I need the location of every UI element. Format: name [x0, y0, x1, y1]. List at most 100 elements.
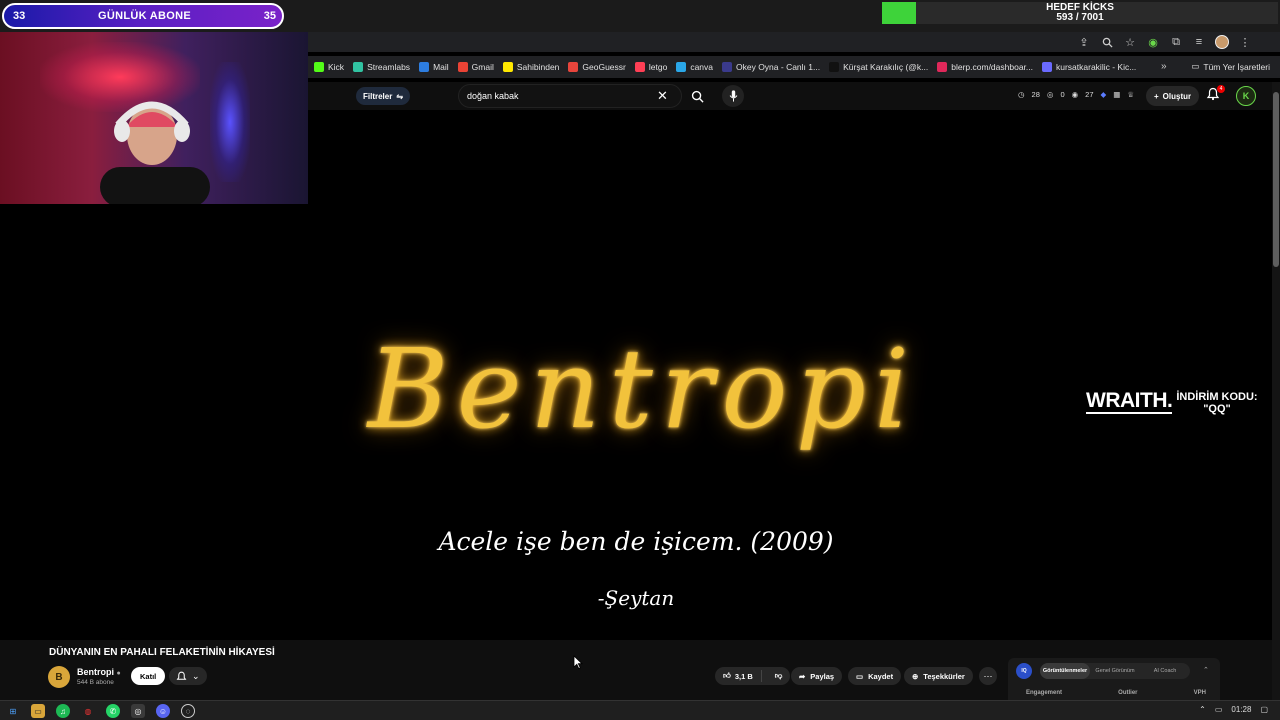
- bookmark-favicon-icon: [829, 62, 840, 72]
- bookmark-favicon-icon: [419, 62, 430, 72]
- bookmark-item[interactable]: kursatkarakilic - Kic...: [1042, 62, 1136, 72]
- bookmark-item[interactable]: blerp.com/dashboar...: [937, 62, 1033, 72]
- ext-logo-icon[interactable]: ◆: [1101, 90, 1107, 99]
- video-quote-author: -Şeytan: [597, 586, 675, 610]
- join-button[interactable]: Katıl: [131, 667, 166, 685]
- bookmark-favicon-icon: [502, 62, 513, 72]
- video-title-art: Bentropi: [367, 325, 918, 453]
- sponsor-logo: WRAITH.: [1086, 389, 1173, 414]
- save-button[interactable]: ▭ Kaydet: [848, 667, 902, 685]
- thanks-button[interactable]: ⊕ Teşekkürler: [904, 667, 973, 685]
- subscription-bell-button[interactable]: ⌄: [169, 667, 207, 685]
- page-scrollbar[interactable]: [1272, 82, 1280, 700]
- ext-tab-views[interactable]: Görüntülenmeler: [1040, 663, 1090, 679]
- search-input[interactable]: [467, 91, 657, 101]
- bookmark-item[interactable]: letgo: [634, 62, 667, 72]
- bookmark-item[interactable]: Kick: [314, 62, 344, 72]
- windows-start-icon[interactable]: ⊞: [6, 704, 20, 718]
- zoom-icon[interactable]: [1100, 35, 1114, 49]
- bookmark-label: Mail: [433, 62, 449, 72]
- bookmark-item[interactable]: Mail: [419, 62, 449, 72]
- channel-name[interactable]: Bentropi ●: [77, 667, 121, 677]
- sponsor-code: "QQ": [1203, 403, 1231, 415]
- tray-chevron-icon[interactable]: ⌃: [1199, 705, 1206, 714]
- bookmark-item[interactable]: Gmail: [457, 62, 494, 72]
- bookmark-label: Streamlabs: [367, 62, 411, 72]
- share-button[interactable]: ➦ Paylaş: [791, 667, 843, 685]
- kicks-goal: HEDEF KİCKS 593 / 7001: [882, 2, 1278, 24]
- streamer-figure: [100, 101, 210, 204]
- save-label: Kaydet: [868, 671, 894, 681]
- extension-badge-icon[interactable]: ◉: [1146, 35, 1160, 49]
- whatsapp-icon[interactable]: ✆: [106, 704, 120, 718]
- bookmark-item[interactable]: Okey Oyna - Canlı 1...: [722, 62, 820, 72]
- discord-icon[interactable]: ☺: [156, 704, 170, 718]
- bookmarks-overflow-icon[interactable]: »: [1161, 61, 1167, 72]
- network-icon[interactable]: ▭: [1215, 705, 1223, 714]
- ext-tab-ai-coach[interactable]: AI Coach: [1140, 668, 1190, 674]
- like-dislike-group: 👍︎ 3,1 B 👎︎: [715, 667, 791, 685]
- bookmark-favicon-icon: [314, 62, 324, 72]
- stat-b: 0: [1060, 90, 1065, 99]
- clock-icon: ◷: [1018, 90, 1025, 99]
- bookmark-item[interactable]: canva: [676, 62, 713, 72]
- bookmark-label: Okey Oyna - Canlı 1...: [736, 62, 821, 72]
- folder-icon: ▭: [1191, 61, 1200, 71]
- more-actions-button[interactable]: ⋯: [979, 667, 997, 685]
- notifications-button[interactable]: 4: [1206, 85, 1225, 105]
- profile-avatar[interactable]: [1215, 35, 1229, 49]
- bookmark-favicon-icon: [937, 62, 948, 72]
- menu-icon[interactable]: ⋮: [1238, 35, 1252, 49]
- microphone-icon: [729, 90, 737, 102]
- video-player[interactable]: Bentropi Acele işe ben de işicem. (2009)…: [0, 204, 1272, 640]
- grid-icon[interactable]: ▦: [1113, 90, 1120, 99]
- clock-time[interactable]: 01:28: [1231, 705, 1251, 714]
- bookmark-item[interactable]: Kürşat Karakılıç (@k...: [829, 62, 928, 72]
- bookmark-item[interactable]: Sahibinden: [502, 62, 559, 72]
- spotify-icon[interactable]: ♫: [56, 704, 70, 718]
- youtube-header: Filtreler ⇋ ✕ ◷ 28 ◎ 0 ◉ 27 ◆ ▦ ♕ + Oluş…: [308, 82, 1272, 110]
- all-bookmarks-button[interactable]: ▭ Tüm Yer İşaretleri: [1191, 61, 1270, 72]
- channel-avatar[interactable]: B: [48, 666, 70, 688]
- scrollbar-thumb[interactable]: [1273, 92, 1279, 267]
- media-icon[interactable]: ≡: [1192, 35, 1206, 49]
- thanks-label: Teşekkürler: [923, 671, 965, 681]
- eye-icon: ◎: [1046, 90, 1054, 99]
- video-title: DÜNYANIN EN PAHALI FELAKETİNİN HİKAYESİ: [49, 647, 275, 658]
- mouse-cursor-icon: [573, 655, 583, 669]
- install-icon[interactable]: ⇪: [1077, 35, 1091, 49]
- app-red-icon[interactable]: ◍: [81, 704, 95, 718]
- search-button[interactable]: [686, 86, 708, 106]
- clear-search-icon[interactable]: ✕: [657, 88, 668, 104]
- bookmark-favicon-icon: [353, 62, 364, 72]
- dislike-button[interactable]: 👎︎: [767, 671, 791, 681]
- bookmark-icon: ▭: [856, 671, 864, 681]
- trophy-icon[interactable]: ♕: [1127, 90, 1134, 99]
- file-explorer-icon[interactable]: ▭: [31, 704, 45, 718]
- chevron-up-icon[interactable]: ⌃: [1203, 666, 1209, 674]
- ext-tab-overview[interactable]: Genel Görünüm: [1090, 668, 1140, 674]
- bookmark-label: Gmail: [471, 62, 494, 72]
- create-label: Oluştur: [1162, 91, 1192, 101]
- sponsor-overlay: WRAITH. İNDİRİM KODU: "QQ": [1086, 389, 1258, 415]
- account-avatar[interactable]: K: [1236, 86, 1256, 106]
- chrome-icon[interactable]: ◎: [131, 704, 145, 718]
- bookmark-label: Kürşat Karakılıç (@k...: [843, 62, 929, 72]
- like-button[interactable]: 👍︎ 3,1 B: [715, 670, 762, 682]
- bookmarks-bar: Kick Streamlabs Mail Gmail Sahibinden GeoGues…: [308, 56, 1280, 78]
- obs-icon[interactable]: ◌: [181, 704, 195, 718]
- extensions-icon[interactable]: ⧉: [1169, 35, 1183, 49]
- bookmark-item[interactable]: GeoGuessr: [568, 62, 626, 72]
- star-icon[interactable]: ☆: [1123, 35, 1137, 49]
- notifications-tray-icon[interactable]: ▢: [1260, 705, 1268, 714]
- bookmark-favicon-icon: [457, 62, 468, 72]
- metric-outlier: Outlier: [1118, 690, 1138, 696]
- screen: 33 GÜNLÜK ABONE 35 HEDEF KİCKS 593 / 700…: [0, 0, 1280, 720]
- voice-search-button[interactable]: [722, 85, 744, 107]
- filters-button[interactable]: Filtreler ⇋: [356, 87, 411, 105]
- sliders-icon: ⇋: [396, 91, 404, 101]
- metric-vph: VPH: [1193, 690, 1206, 696]
- bookmark-item[interactable]: Streamlabs: [353, 62, 410, 72]
- create-button[interactable]: + Oluştur: [1146, 86, 1200, 106]
- bookmark-label: canva: [690, 62, 713, 72]
